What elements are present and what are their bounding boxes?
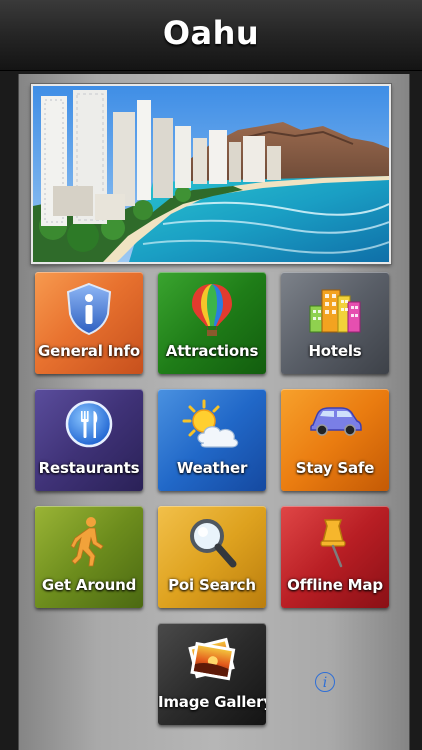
buildings-icon — [281, 282, 389, 340]
sun-cloud-icon — [158, 399, 266, 457]
hotels-button[interactable]: Hotels — [281, 272, 389, 374]
stay-safe-label: Stay Safe — [295, 459, 375, 477]
weather-label: Weather — [176, 459, 248, 477]
general-info-button[interactable]: General Info — [35, 272, 143, 374]
magnifier-icon — [158, 516, 266, 574]
image-gallery-label: Image Gallery — [158, 693, 266, 711]
main-panel: General Info Attractions Hotels Restaura… — [18, 74, 410, 750]
hotels-label: Hotels — [308, 342, 362, 360]
offline-map-button[interactable]: Offline Map — [281, 506, 389, 608]
offline-map-label: Offline Map — [287, 576, 383, 594]
info-button[interactable]: i — [315, 672, 335, 692]
fork-knife-icon — [35, 399, 143, 457]
get-around-button[interactable]: Get Around — [35, 506, 143, 608]
general-info-label: General Info — [38, 342, 140, 360]
get-around-label: Get Around — [41, 576, 137, 594]
info-shield-icon — [35, 282, 143, 340]
photo-stack-icon — [158, 633, 266, 691]
attractions-label: Attractions — [165, 342, 259, 360]
hot-air-balloon-icon — [158, 282, 266, 340]
walking-person-icon — [35, 516, 143, 574]
poi-search-label: Poi Search — [168, 576, 256, 594]
attractions-button[interactable]: Attractions — [158, 272, 266, 374]
weather-button[interactable]: Weather — [158, 389, 266, 491]
hero-image — [31, 84, 391, 264]
restaurants-label: Restaurants — [38, 459, 140, 477]
image-gallery-button[interactable]: Image Gallery — [158, 623, 266, 725]
map-pin-icon — [281, 516, 389, 574]
stay-safe-button[interactable]: Stay Safe — [281, 389, 389, 491]
poi-search-button[interactable]: Poi Search — [158, 506, 266, 608]
restaurants-button[interactable]: Restaurants — [35, 389, 143, 491]
title-bar: Oahu — [0, 0, 422, 71]
car-icon — [281, 399, 389, 457]
page-title: Oahu — [162, 14, 260, 52]
